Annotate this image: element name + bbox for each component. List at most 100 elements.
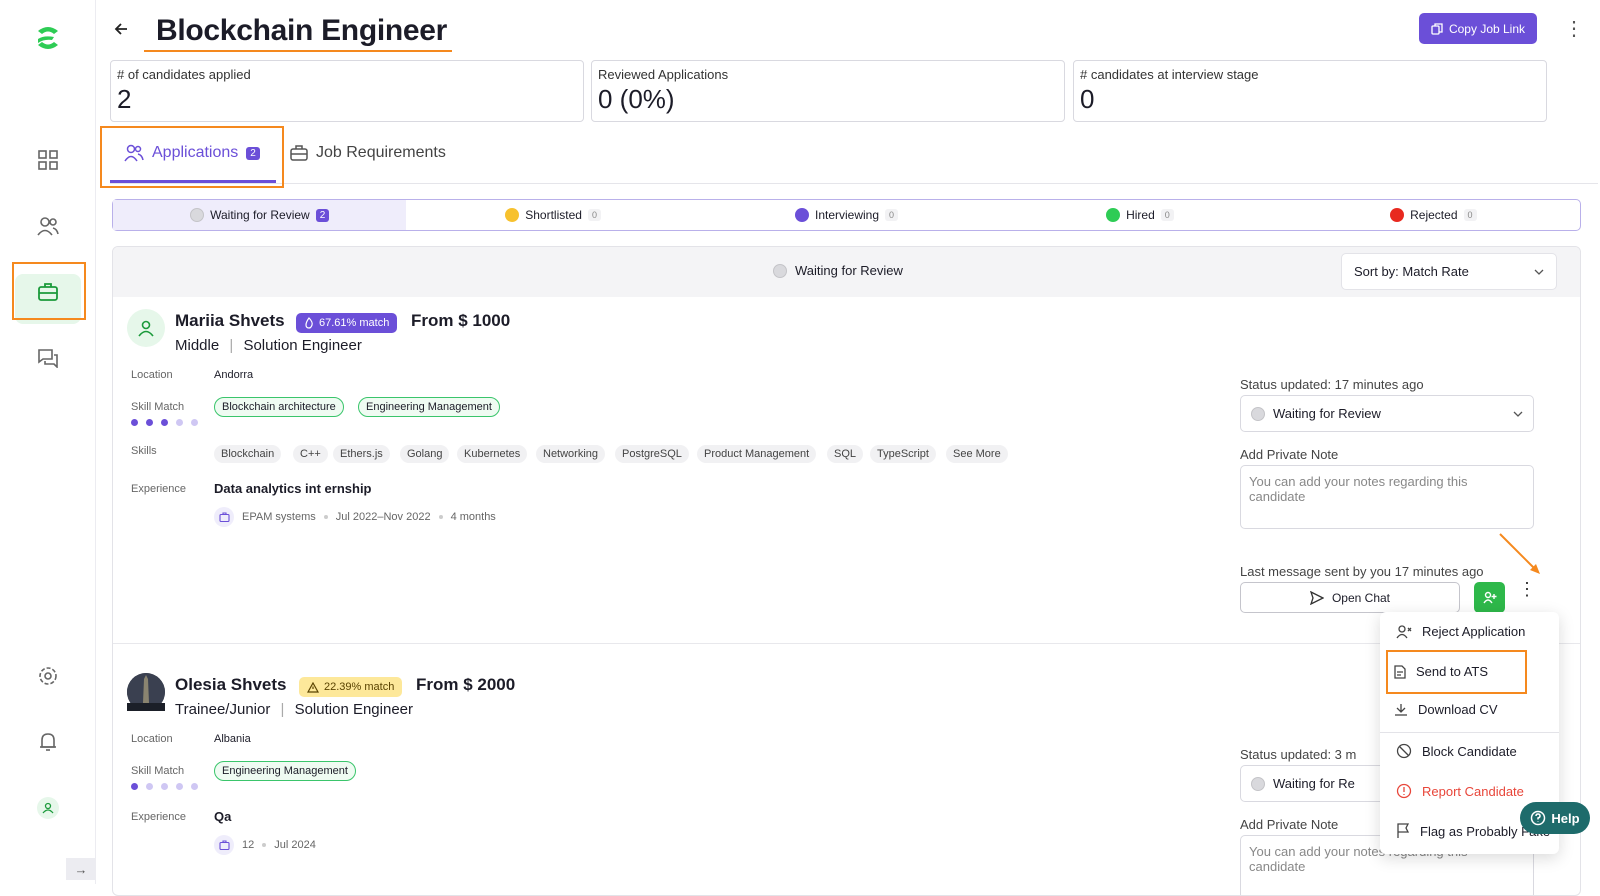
list-header: Waiting for Review Sort by: Match Rate: [113, 247, 1580, 297]
skill-match-chip: Engineering Management: [358, 397, 500, 417]
status-filter-bar: Waiting for Review 2 Shortlisted 0 Inter…: [112, 199, 1581, 231]
last-message: Last message sent by you 17 minutes ago: [1240, 564, 1484, 579]
status-label: Interviewing: [814, 208, 880, 222]
private-note-input[interactable]: You can add your notes regarding this ca…: [1240, 465, 1534, 529]
status-filter-hired[interactable]: Hired 0: [993, 200, 1286, 230]
help-button[interactable]: Help: [1520, 802, 1590, 834]
annotation-arrow: [1499, 533, 1540, 574]
status-label: Waiting for Review: [210, 208, 310, 222]
send-icon: [1309, 590, 1324, 605]
menu-divider: [1380, 732, 1559, 733]
stat-label: # of candidates applied: [117, 67, 251, 82]
skill-match-dots: [131, 783, 198, 790]
logo-icon[interactable]: [28, 18, 68, 58]
status-count: 0: [885, 209, 899, 221]
briefcase-icon[interactable]: [28, 272, 68, 312]
block-icon: [1396, 743, 1412, 759]
status-dot: [1251, 776, 1265, 791]
status-dot: [1251, 406, 1265, 421]
avatar[interactable]: [127, 309, 165, 347]
candidate-position: Solution Engineer: [243, 337, 362, 354]
status-updated: Status updated: 3 m: [1240, 747, 1357, 762]
menu-item-download-cv[interactable]: Download CV: [1394, 702, 1498, 717]
status-filter-interviewing[interactable]: Interviewing 0: [700, 200, 993, 230]
tab-label: Applications: [152, 144, 239, 161]
warning-icon: [307, 681, 319, 693]
location-label: Location: [131, 733, 173, 745]
menu-item-label: Block Candidate: [1422, 743, 1517, 759]
menu-item-label: Report Candidate: [1422, 783, 1524, 799]
private-note-label: Add Private Note: [1240, 447, 1339, 462]
back-arrow-icon[interactable]: [114, 22, 128, 41]
settings-icon[interactable]: [28, 656, 68, 696]
experience-title: Qa: [214, 809, 232, 824]
candidate-card: Olesia Shvets 22.39% match From $ 2000 T…: [113, 667, 1580, 895]
match-badge: 67.61% match: [296, 313, 398, 333]
salary: From $ 1000: [411, 311, 511, 330]
status-dot: [505, 208, 520, 222]
skill-chip: Golang: [400, 445, 450, 463]
experience-duration: 4 months: [450, 511, 496, 523]
skill-chip: Ethers.js: [333, 445, 390, 463]
open-chat-button[interactable]: Open Chat: [1240, 582, 1460, 613]
stat-label: Reviewed Applications: [598, 67, 729, 82]
status-dot: [773, 263, 787, 278]
profile-icon[interactable]: [28, 788, 68, 828]
menu-item-block-candidate[interactable]: Block Candidate: [1396, 743, 1517, 759]
more-options-icon[interactable]: ⋮: [1518, 579, 1536, 600]
tab-label: Job Requirements: [316, 144, 446, 161]
status-updated: Status updated: 17 minutes ago: [1240, 377, 1424, 392]
skill-chip: PostgreSQL: [615, 445, 689, 463]
status-filter-shortlisted[interactable]: Shortlisted 0: [406, 200, 699, 230]
stat-label: # candidates at interview stage: [1080, 67, 1259, 82]
stat-value: 2: [117, 84, 132, 114]
add-candidate-button[interactable]: [1474, 582, 1505, 613]
salary: From $ 2000: [416, 675, 516, 694]
sort-dropdown[interactable]: Sort by: Match Rate: [1341, 253, 1557, 290]
private-note-label: Add Private Note: [1240, 817, 1339, 832]
candidate-card: Mariia Shvets 67.61% match From $ 1000 M…: [113, 297, 1580, 643]
tab-applications[interactable]: Applications 2: [124, 144, 260, 162]
tab-count-badge: 2: [246, 146, 260, 160]
collapse-sidebar-button[interactable]: →: [66, 858, 96, 880]
stat-reviewed-applications: Reviewed Applications 0 (0%): [591, 60, 1065, 122]
see-more-chip[interactable]: See More: [946, 445, 1008, 463]
skill-chip: TypeScript: [870, 445, 936, 463]
group-label: Waiting for Review: [773, 263, 903, 278]
users-icon[interactable]: [28, 206, 68, 246]
messages-icon[interactable]: [28, 338, 68, 378]
menu-item-report-candidate[interactable]: Report Candidate: [1396, 783, 1524, 799]
candidate-name[interactable]: Mariia Shvets: [175, 311, 285, 331]
bell-icon[interactable]: [28, 722, 68, 762]
help-icon: [1531, 810, 1546, 826]
chevron-down-icon: [1513, 411, 1523, 417]
experience-company: 12: [242, 839, 255, 851]
status-dropdown[interactable]: Waiting for Review: [1240, 395, 1534, 432]
avatar[interactable]: [127, 673, 165, 711]
dashboard-icon[interactable]: [28, 140, 68, 180]
more-options-icon[interactable]: ⋮: [1564, 16, 1584, 41]
skill-chip: Networking: [536, 445, 606, 463]
tab-job-requirements[interactable]: Job Requirements: [290, 144, 446, 162]
status-label: Rejected: [1410, 208, 1458, 222]
users-icon: [124, 144, 144, 162]
user-plus-icon: [1482, 591, 1496, 603]
flame-icon: [305, 317, 313, 329]
menu-item-reject-application[interactable]: Reject Application: [1396, 624, 1525, 639]
experience-dates: Jul 2024: [274, 839, 316, 851]
company-icon: [214, 835, 234, 855]
status-dropdown-value: Waiting for Review: [1273, 406, 1381, 421]
skills-label: Skills: [131, 445, 157, 457]
candidate-name[interactable]: Olesia Shvets: [175, 675, 287, 695]
skill-match-chip: Engineering Management: [214, 761, 356, 781]
skill-chip: C++: [293, 445, 328, 463]
status-filter-rejected[interactable]: Rejected 0: [1287, 200, 1580, 230]
copy-job-link-button[interactable]: Copy Job Link: [1419, 13, 1537, 44]
user-x-icon: [1396, 624, 1412, 638]
menu-item-label: Reject Application: [1422, 624, 1526, 639]
skill-match-chip: Blockchain architecture: [214, 397, 344, 417]
chevron-down-icon: [1534, 269, 1544, 275]
divider: [113, 643, 1580, 644]
experience-label: Experience: [131, 811, 187, 823]
status-filter-waiting[interactable]: Waiting for Review 2: [113, 200, 407, 230]
